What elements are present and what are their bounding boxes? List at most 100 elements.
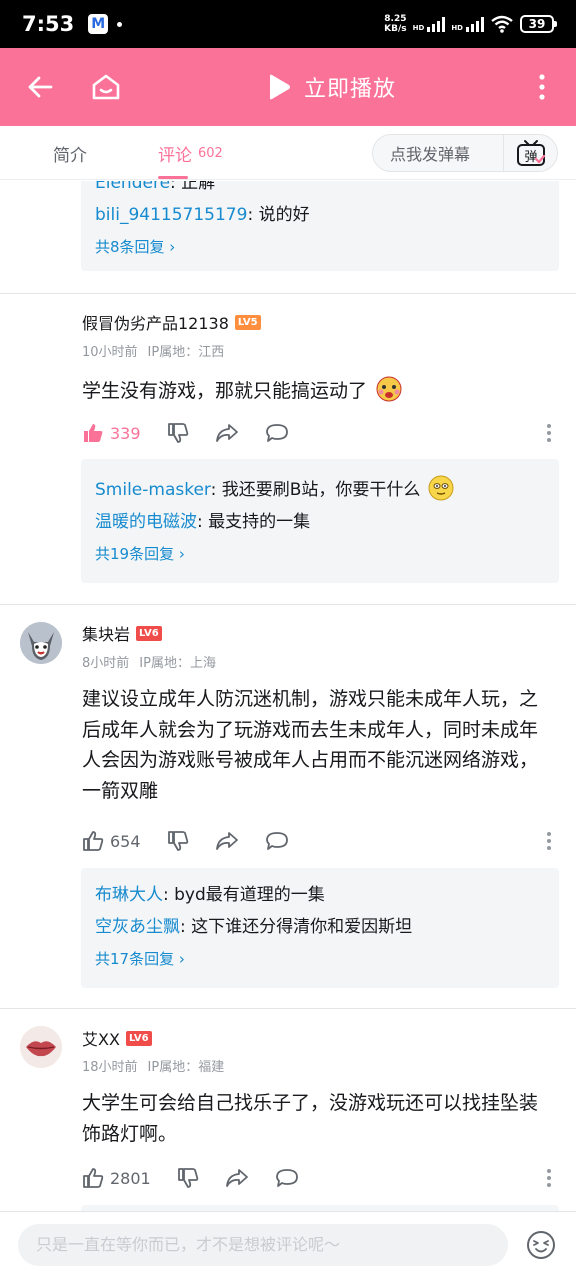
emoji-icon [428,475,454,501]
reply-username[interactable]: 布琳大人 [95,885,163,905]
share-button[interactable] [215,422,239,444]
wolf-avatar-icon [20,622,62,664]
reply-preview-box[interactable]: 布琳大人: byd最有道理的一集 空灰あ尘飘: 这下谁还分得清你和爱因斯坦 共1… [81,868,559,988]
comment-time: 10小时前 [82,345,138,360]
emoji-face-icon [527,1231,555,1259]
active-tab-indicator [158,176,188,179]
hd-label-2: HD [451,24,463,32]
back-button[interactable] [20,48,60,126]
comments-count: 602 [198,145,223,161]
thumbs-up-icon [83,1168,104,1188]
reply-username[interactable]: 温暖的电磁波 [95,512,197,532]
share-icon [225,1169,248,1187]
level-badge: LV6 [125,1030,152,1046]
hd-label: HD [412,24,425,32]
view-more-replies-link[interactable]: 共19条回复 › [95,538,545,570]
mail-app-icon: M [88,14,109,34]
tab-comments[interactable]: 评论 602 [158,126,223,180]
back-arrow-icon [28,76,53,98]
network-speed: 8.25 KB/s [384,14,407,34]
dislike-button[interactable] [167,830,189,852]
thumbs-down-icon [167,423,188,443]
reply-line[interactable]: 空灰あ尘飘: 这下谁还分得清你和爱因斯坦 [95,911,545,943]
svg-text:弹: 弹 [524,150,537,165]
reply-username[interactable]: Elendere [95,181,170,193]
comment-meta: 10小时前 IP属地：江西 [82,341,234,360]
comment-content: 大学生可会给自己找乐子了，没游戏玩还可以找挂坠装饰路灯啊。 [82,1092,539,1145]
reply-preview-box[interactable]: Elendere: 正解 bili_94115715179: 说的好 共8条回复… [81,181,559,271]
comment-more-button[interactable] [547,1169,551,1187]
home-icon [92,74,120,100]
danmaku-tv-icon: 弹 [516,140,545,166]
status-bar: 7:53 M 8.25 KB/s HD HD 39 [0,0,576,48]
notification-dot-icon [117,21,123,27]
danmaku-input[interactable]: 点我发弹幕 弹 [372,134,558,172]
share-button[interactable] [215,830,239,852]
reply-line[interactable]: Smile-masker: 我还要刷B站，你要干什么 [95,474,545,506]
divider [0,604,576,605]
reply-button[interactable] [265,422,289,444]
danmaku-toggle-button[interactable]: 弹 [503,135,557,171]
avatar[interactable] [20,622,62,664]
comment-feed[interactable]: Elendere: 正解 bili_94115715179: 说的好 共8条回复… [0,181,576,1211]
signal-icon [427,16,446,32]
reply-line[interactable]: 温暖的电磁波: 最支持的一集 [95,506,545,538]
comment-bubble-icon [265,424,288,442]
share-icon [215,424,238,442]
reply-line[interactable]: bili_94115715179: 说的好 [95,199,545,231]
signal-icon-2 [466,16,484,32]
like-count: 654 [110,831,141,851]
comment-username[interactable]: 集块岩 LV6 [82,621,162,645]
app-header: 立即播放 [0,48,576,126]
reply-username[interactable]: Smile-masker [95,480,211,500]
more-options-button[interactable] [522,48,562,126]
thumbs-up-icon [83,831,104,851]
comment-ip: IP属地：福建 [147,1060,225,1075]
view-more-replies-link[interactable]: 共8条回复 › [95,231,545,263]
comment-ip: IP属地：上海 [139,656,216,671]
comment-time: 18小时前 [82,1060,138,1075]
emoji-icon [376,376,402,402]
comment-meta: 8小时前 IP属地：上海 [82,652,226,671]
tabs-bar: 简介 评论 602 点我发弹幕 弹 [0,126,576,180]
reply-preview-box[interactable]: Smile-masker: 我还要刷B站，你要干什么 温暖的电磁波: 最支持的一… [81,459,559,583]
status-time: 7:53 [22,12,75,36]
comment-more-button[interactable] [547,832,551,850]
battery-icon: 39 [520,15,557,33]
comment-actions: 339 [82,420,557,446]
comment-username[interactable]: 艾XX LV6 [82,1026,152,1050]
dislike-button[interactable] [167,422,189,444]
comment-bubble-icon [265,832,288,850]
reply-button[interactable] [265,830,289,852]
dislike-button[interactable] [177,1167,199,1189]
reply-username[interactable]: bili_94115715179 [95,205,247,225]
comment-ip: IP属地：江西 [147,345,225,360]
view-more-replies-link[interactable]: 共17条回复 › [95,943,545,975]
comment-more-button[interactable] [547,424,551,442]
like-button[interactable]: 2801 [82,1167,151,1189]
vertical-dots-icon [539,74,545,100]
reply-username[interactable]: 空灰あ尘飘 [95,917,180,937]
like-count: 2801 [110,1168,151,1188]
comment-input[interactable]: 只是一直在等你而已，才不是想被评论呢～ [18,1224,508,1266]
tab-intro[interactable]: 简介 [53,126,87,180]
emoji-button[interactable] [526,1230,556,1260]
play-icon [270,74,290,100]
comment-bubble-icon [275,1169,298,1187]
thumbs-up-filled-icon [84,424,103,442]
share-button[interactable] [225,1167,249,1189]
wifi-icon [491,15,513,33]
comment-content: 学生没有游戏，那就只能搞运动了 [82,375,552,407]
avatar[interactable] [20,1026,62,1068]
reply-line[interactable]: Elendere: 正解 [95,181,545,199]
home-button[interactable] [86,48,126,126]
reply-button[interactable] [275,1167,299,1189]
comment-content: 建议设立成年人防沉迷机制，游戏只能未成年人玩，之后成年人就会为了玩游戏而去生未成… [82,688,539,802]
reply-line[interactable]: 布琳大人: byd最有道理的一集 [95,879,545,911]
play-now-button[interactable]: 立即播放 [266,48,396,126]
like-button[interactable]: 339 [82,422,141,444]
like-button[interactable]: 654 [82,830,141,852]
thumbs-down-icon [167,831,188,851]
comment-username[interactable]: 假冒伪劣产品12138 LV5 [82,310,261,334]
share-icon [215,832,238,850]
